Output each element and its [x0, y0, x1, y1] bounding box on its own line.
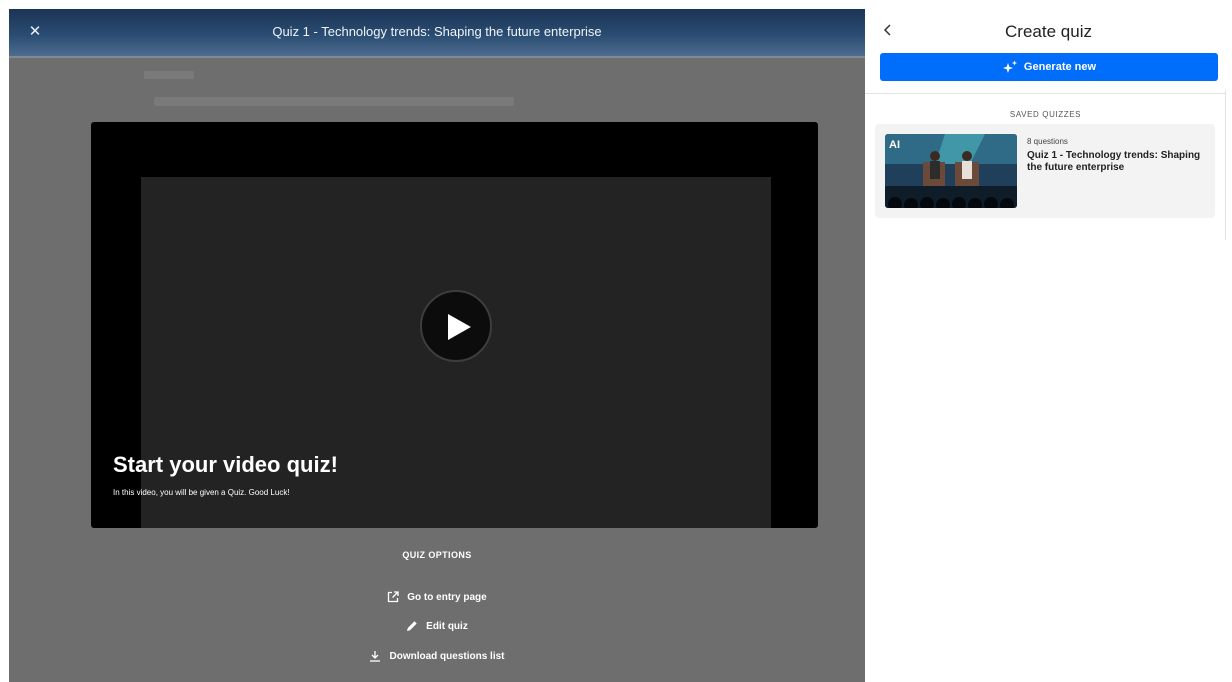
background-text-line: [144, 71, 194, 79]
page: ✕ Quiz 1 - Technology trends: Shaping th…: [0, 0, 1232, 682]
quiz-thumbnail: AI: [885, 134, 1017, 208]
play-icon: [448, 314, 471, 340]
edit-quiz-button[interactable]: Edit quiz: [9, 620, 865, 632]
create-quiz-panel: Create quiz Generate new SAVED QUIZZES A…: [865, 0, 1232, 682]
download-questions-button[interactable]: Download questions list: [9, 650, 865, 662]
edit-quiz-label: Edit quiz: [426, 620, 468, 632]
background-text-line: [154, 97, 514, 106]
play-button[interactable]: [420, 290, 492, 362]
saved-quiz-card[interactable]: AI 8 questions Quiz 1 - Technology trend…: [875, 124, 1215, 218]
video-player[interactable]: Start your video quiz! In this video, yo…: [91, 122, 818, 528]
quiz-preview-area: ✕ Quiz 1 - Technology trends: Shaping th…: [0, 0, 865, 682]
go-to-entry-page-button[interactable]: Go to entry page: [9, 591, 865, 603]
download-icon: [370, 651, 381, 662]
download-questions-label: Download questions list: [389, 650, 505, 662]
quiz-question-count: 8 questions: [1027, 137, 1068, 146]
quiz-card-title: Quiz 1 - Technology trends: Shaping the …: [1027, 150, 1201, 173]
video-top-bar: [391, 122, 529, 180]
external-link-icon: [388, 591, 399, 603]
sparkle-icon: [1002, 60, 1017, 73]
panel-scrollbar[interactable]: [1225, 90, 1232, 240]
pencil-icon: [407, 621, 417, 631]
video-quiz-subtitle: In this video, you will be given a Quiz.…: [113, 488, 290, 497]
panel-divider: [865, 93, 1226, 94]
video-quiz-heading: Start your video quiz!: [113, 452, 338, 477]
generate-new-button[interactable]: Generate new: [880, 53, 1218, 81]
go-to-entry-page-label: Go to entry page: [407, 591, 487, 603]
thumbnail-ai-text: AI: [889, 139, 900, 151]
overlay-header: ✕ Quiz 1 - Technology trends: Shaping th…: [9, 9, 865, 58]
panel-title: Create quiz: [1005, 22, 1092, 41]
quiz-preview-overlay: ✕ Quiz 1 - Technology trends: Shaping th…: [9, 9, 865, 682]
overlay-title: Quiz 1 - Technology trends: Shaping the …: [272, 24, 602, 39]
quiz-options-title: QUIZ OPTIONS: [402, 550, 472, 560]
saved-quizzes-title: SAVED QUIZZES: [1009, 110, 1082, 119]
generate-new-label: Generate new: [1023, 61, 1097, 73]
